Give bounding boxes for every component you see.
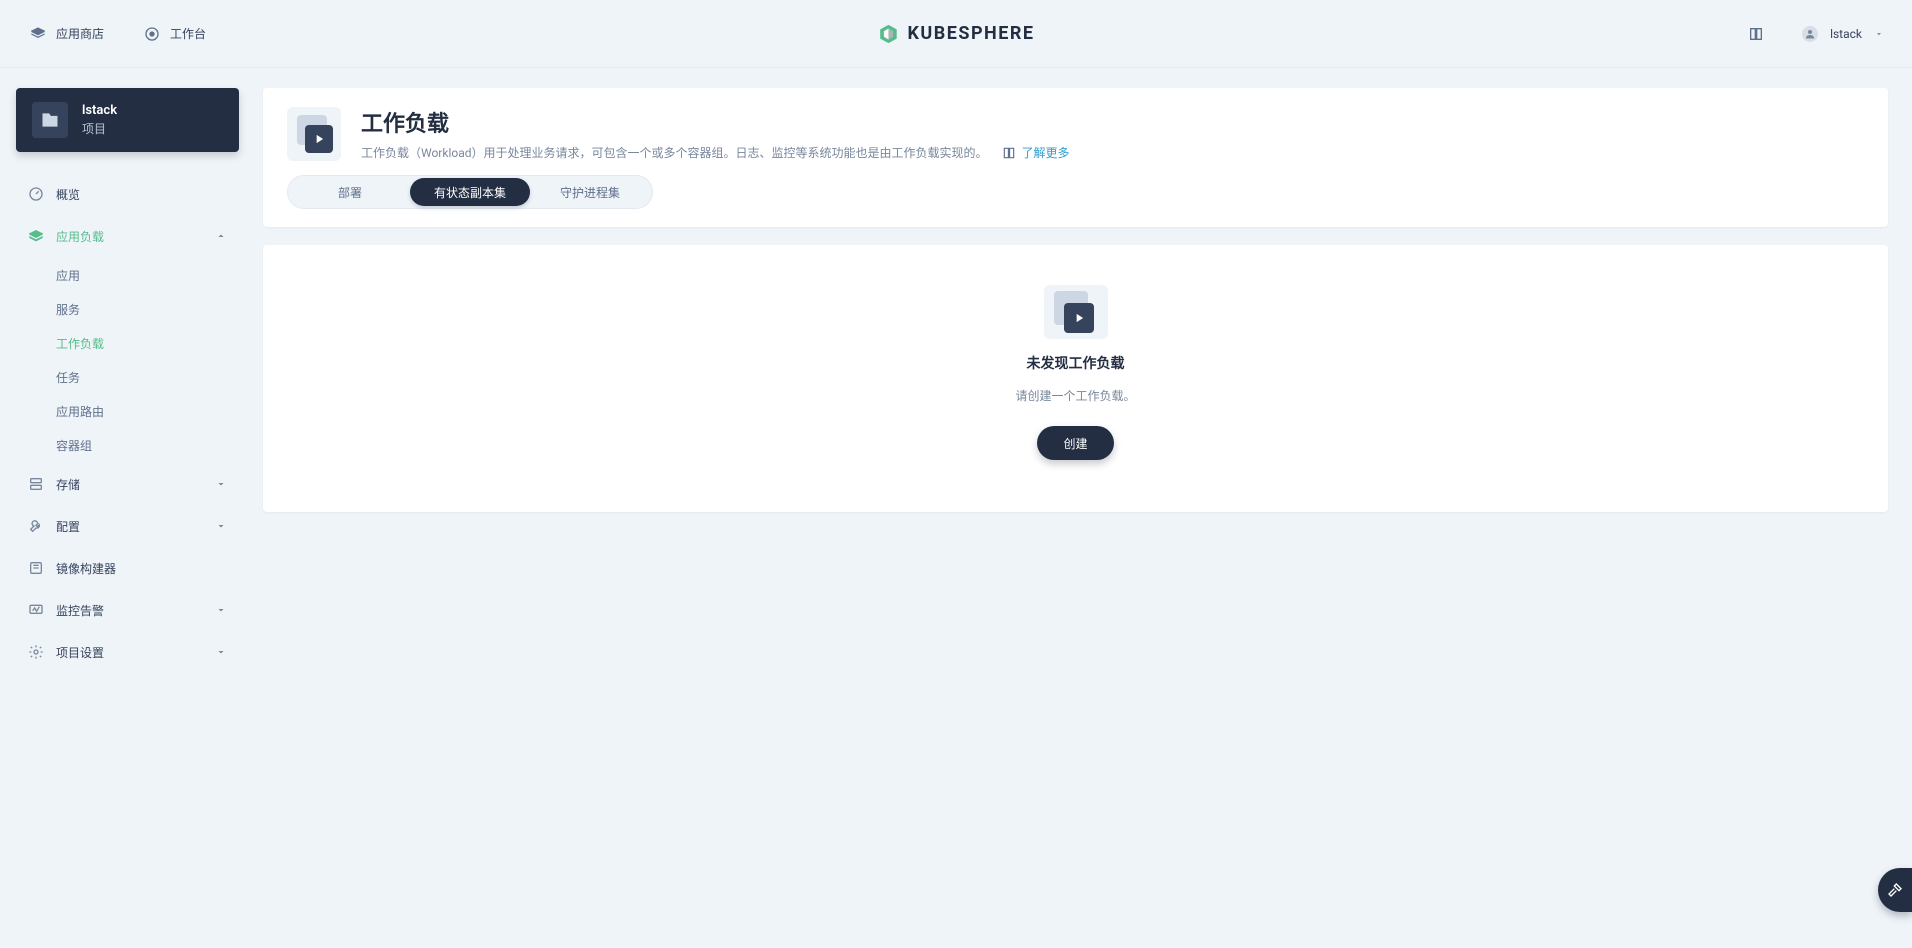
learn-more: 了解更多 xyxy=(1002,144,1070,161)
content-card: 未发现工作负载 请创建一个工作负载。 创建 xyxy=(263,245,1888,512)
sidebar: lstack 项目 概览 应用负载 应用 xyxy=(0,68,255,948)
nav-image-builder[interactable]: 镜像构建器 xyxy=(16,548,239,588)
sub-workloads[interactable]: 工作负载 xyxy=(16,326,239,360)
page-head-top: 工作负载 工作负载（Workload）用于处理业务请求，可包含一个或多个容器组。… xyxy=(287,106,1864,161)
hammer-icon xyxy=(1887,882,1903,898)
tab-deployments-label: 部署 xyxy=(338,184,362,201)
dashboard-icon xyxy=(28,186,44,202)
sub-pods-label: 容器组 xyxy=(56,437,92,454)
avatar-icon xyxy=(1802,26,1818,42)
nav-overview-label: 概览 xyxy=(56,186,80,203)
nav-image-builder-label: 镜像构建器 xyxy=(56,560,116,577)
nav-app-workloads-sub: 应用 服务 工作负载 任务 应用路由 容器组 xyxy=(16,258,239,462)
user-name: lstack xyxy=(1830,27,1862,41)
sub-jobs-label: 任务 xyxy=(56,369,80,386)
create-button[interactable]: 创建 xyxy=(1037,426,1113,460)
sub-services-label: 服务 xyxy=(56,301,80,318)
doc-icon xyxy=(1002,146,1016,160)
page-texts: 工作负载 工作负载（Workload）用于处理业务请求，可包含一个或多个容器组。… xyxy=(361,106,1070,161)
sub-apps[interactable]: 应用 xyxy=(16,258,239,292)
layout: lstack 项目 概览 应用负载 应用 xyxy=(0,68,1912,948)
storage-icon xyxy=(28,476,44,492)
main: 工作负载 工作负载（Workload）用于处理业务请求，可包含一个或多个容器组。… xyxy=(255,68,1912,948)
sub-services[interactable]: 服务 xyxy=(16,292,239,326)
sidebar-nav: 概览 应用负载 应用 服务 工作负载 任务 应用路由 容器组 xyxy=(16,174,239,672)
sub-workloads-label: 工作负载 xyxy=(56,335,104,352)
nav-overview[interactable]: 概览 xyxy=(16,174,239,214)
chevron-down-icon xyxy=(215,478,227,490)
brand-logo-icon xyxy=(877,23,899,45)
page-desc-row: 工作负载（Workload）用于处理业务请求，可包含一个或多个容器组。日志、监控… xyxy=(361,144,1070,161)
layers-icon xyxy=(28,228,44,244)
tab-statefulsets[interactable]: 有状态副本集 xyxy=(410,178,530,206)
sub-pods[interactable]: 容器组 xyxy=(16,428,239,462)
nav-storage-label: 存储 xyxy=(56,476,80,493)
chevron-up-icon xyxy=(215,230,227,242)
link-workbench[interactable]: 工作台 xyxy=(144,25,206,42)
page-title: 工作负载 xyxy=(361,106,1070,138)
sub-apps-label: 应用 xyxy=(56,267,80,284)
nav-storage[interactable]: 存储 xyxy=(16,464,239,504)
link-app-store-label: 应用商店 xyxy=(56,25,104,42)
workbench-icon xyxy=(144,26,160,42)
chevron-down-icon xyxy=(215,646,227,658)
brand-text: KUBESPHERE xyxy=(907,23,1034,44)
project-subtitle: 项目 xyxy=(82,120,117,137)
tab-deployments[interactable]: 部署 xyxy=(290,178,410,206)
empty-title: 未发现工作负载 xyxy=(1027,353,1125,373)
top-right: lstack xyxy=(1748,26,1884,42)
image-builder-icon xyxy=(28,560,44,576)
nav-monitor-alert[interactable]: 监控告警 xyxy=(16,590,239,630)
tabs-wrap: 部署 有状态副本集 守护进程集 xyxy=(287,175,1864,209)
nav-monitor-alert-label: 监控告警 xyxy=(56,602,104,619)
project-texts: lstack 项目 xyxy=(82,103,117,137)
sub-jobs[interactable]: 任务 xyxy=(16,360,239,394)
page-description: 工作负载（Workload）用于处理业务请求，可包含一个或多个容器组。日志、监控… xyxy=(361,144,988,161)
nav-project-settings[interactable]: 项目设置 xyxy=(16,632,239,672)
monitor-icon xyxy=(28,602,44,618)
link-workbench-label: 工作台 xyxy=(170,25,206,42)
tab-statefulsets-label: 有状态副本集 xyxy=(434,184,506,201)
top-brand[interactable]: KUBESPHERE xyxy=(877,23,1034,45)
nav-app-workloads[interactable]: 应用负载 xyxy=(16,216,239,256)
project-name: lstack xyxy=(82,103,117,118)
nav-config-label: 配置 xyxy=(56,518,80,535)
top-header: 应用商店 工作台 KUBESPHERE lstack xyxy=(0,0,1912,68)
link-app-store[interactable]: 应用商店 xyxy=(30,25,104,42)
project-card[interactable]: lstack 项目 xyxy=(16,88,239,152)
wrench-icon xyxy=(28,518,44,534)
tab-daemonsets[interactable]: 守护进程集 xyxy=(530,178,650,206)
project-icon xyxy=(32,102,68,138)
sub-routes[interactable]: 应用路由 xyxy=(16,394,239,428)
app-store-icon xyxy=(30,26,46,42)
nav-project-settings-label: 项目设置 xyxy=(56,644,104,661)
gear-icon xyxy=(28,644,44,660)
tabs: 部署 有状态副本集 守护进程集 xyxy=(287,175,653,209)
caret-down-icon xyxy=(1874,29,1884,39)
workload-big-icon xyxy=(287,107,341,161)
empty-illustration-icon xyxy=(1044,285,1108,339)
tab-daemonsets-label: 守护进程集 xyxy=(560,184,620,201)
user-menu[interactable]: lstack xyxy=(1802,26,1884,42)
page-head: 工作负载 工作负载（Workload）用于处理业务请求，可包含一个或多个容器组。… xyxy=(263,88,1888,227)
sub-routes-label: 应用路由 xyxy=(56,403,104,420)
nav-app-workloads-label: 应用负载 xyxy=(56,228,104,245)
nav-config[interactable]: 配置 xyxy=(16,506,239,546)
chevron-down-icon xyxy=(215,604,227,616)
top-left: 应用商店 工作台 xyxy=(30,25,206,42)
learn-more-link[interactable]: 了解更多 xyxy=(1022,144,1070,161)
chevron-down-icon xyxy=(215,520,227,532)
empty-desc: 请创建一个工作负载。 xyxy=(1015,387,1135,404)
docs-icon[interactable] xyxy=(1748,26,1764,42)
